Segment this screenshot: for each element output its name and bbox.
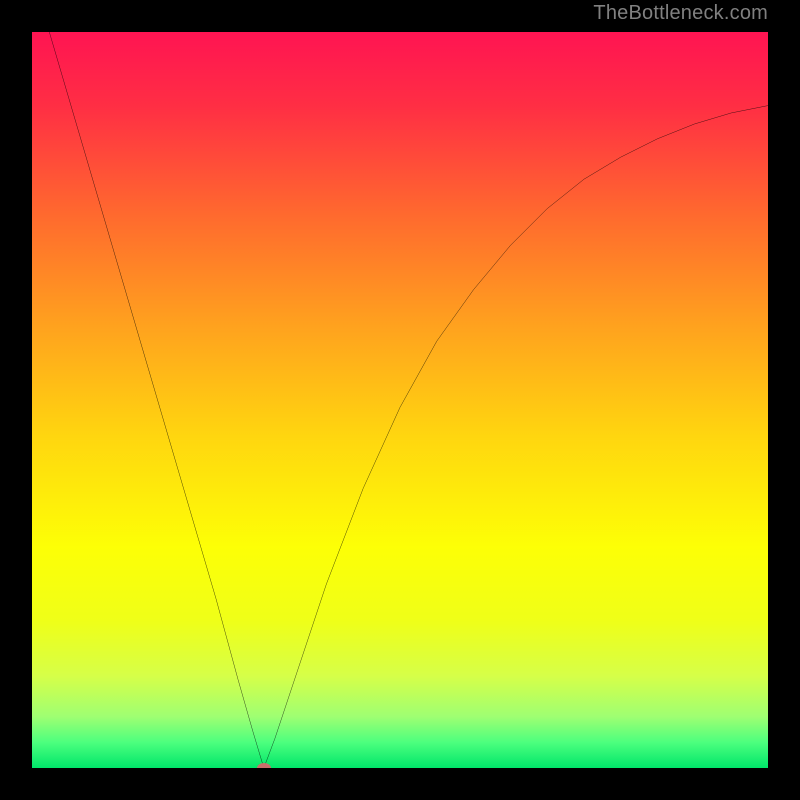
watermark-text: TheBottleneck.com xyxy=(593,2,768,25)
plot-area xyxy=(32,32,768,768)
minimum-marker xyxy=(257,763,271,768)
bottleneck-curve xyxy=(32,32,768,768)
chart-frame: TheBottleneck.com xyxy=(0,0,800,800)
